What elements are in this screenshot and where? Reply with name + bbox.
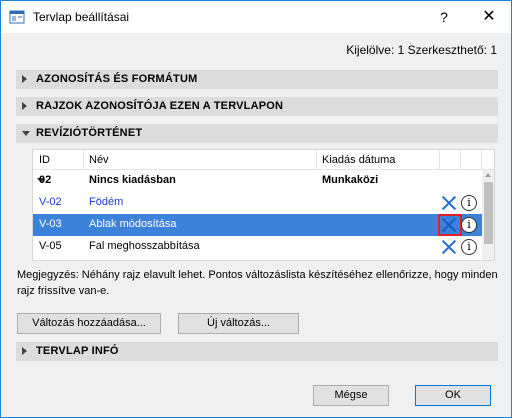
help-button[interactable]: ? (421, 1, 467, 33)
column-divider (460, 150, 461, 170)
table-group-row[interactable]: 02 Nincs kiadásban Munkaközi (33, 170, 482, 192)
column-header-issue-date[interactable]: Kiadás dátuma (322, 154, 395, 166)
row-name: Ablak módosítása (89, 218, 177, 230)
group-id: 02 (39, 174, 52, 186)
info-icon[interactable]: i (461, 217, 477, 233)
highlight-box (438, 214, 462, 236)
expand-arrow-icon (22, 75, 27, 83)
new-change-button[interactable]: Új változás... (178, 313, 299, 334)
section-sheet-info[interactable]: TERVLAP INFÓ (16, 342, 498, 361)
row-name: Födém (89, 196, 124, 208)
collapse-arrow-icon (22, 131, 30, 136)
table-row[interactable]: V-05 Fal meghosszabbítása i (33, 236, 482, 258)
selection-info: Kijelölve: 1 Szerkeszthető: 1 (346, 43, 497, 57)
title-bar: Tervlap beállításai ? ✕ (1, 1, 511, 33)
section-revision-history[interactable]: REVÍZIÓTÖRTÉNET (16, 124, 498, 143)
info-icon[interactable]: i (461, 239, 477, 255)
expand-arrow-icon (22, 347, 27, 355)
table-header: ID Név Kiadás dátuma (33, 150, 494, 170)
close-button[interactable]: ✕ (467, 1, 511, 33)
row-id: V-03 (39, 218, 62, 230)
remove-icon[interactable] (441, 239, 457, 255)
dialog-window: Tervlap beállításai ? ✕ Kijelölve: 1 Sze… (0, 0, 512, 418)
scroll-up-arrow-icon[interactable] (485, 173, 491, 177)
app-window-icon (9, 10, 25, 24)
table-scrollbar[interactable] (482, 170, 494, 260)
section-drawing-ids[interactable]: RAJZOK AZONOSÍTÓJA EZEN A TERVLAPON (16, 97, 498, 116)
column-header-name[interactable]: Név (89, 154, 109, 166)
info-icon[interactable]: i (461, 195, 477, 211)
section-label: TERVLAP INFÓ (36, 345, 119, 357)
scroll-thumb[interactable] (484, 182, 493, 244)
table-row[interactable]: V-03 Ablak módosítása i (33, 214, 482, 236)
column-divider (439, 150, 440, 170)
note-text: Megjegyzés: Néhány rajz elavult lehet. P… (17, 269, 498, 297)
table-row[interactable]: V-02 Födém i (33, 192, 482, 214)
section-label: RAJZOK AZONOSÍTÓJA EZEN A TERVLAPON (36, 100, 284, 112)
group-name: Nincs kiadásban (89, 174, 176, 186)
group-issue-date: Munkaközi (322, 174, 379, 186)
dialog-content: Kijelölve: 1 Szerkeszthető: 1 AZONOSÍTÁS… (1, 33, 511, 417)
cancel-button[interactable]: Mégse (313, 385, 389, 406)
section-label: AZONOSÍTÁS ÉS FORMÁTUM (36, 73, 198, 85)
expand-arrow-icon (22, 102, 27, 110)
row-id: V-02 (39, 196, 62, 208)
section-id-format[interactable]: AZONOSÍTÁS ÉS FORMÁTUM (16, 70, 498, 89)
revision-table: ID Név Kiadás dátuma 02 Nincs kiadásban … (32, 149, 495, 261)
remove-icon[interactable] (441, 195, 457, 211)
column-divider (316, 150, 317, 170)
column-divider (481, 150, 482, 170)
ok-button[interactable]: OK (415, 385, 491, 406)
row-name: Fal meghosszabbítása (89, 240, 200, 252)
section-label: REVÍZIÓTÖRTÉNET (36, 127, 143, 139)
window-title: Tervlap beállításai (33, 10, 130, 24)
column-header-id[interactable]: ID (39, 154, 50, 166)
add-change-button[interactable]: Változás hozzáadása... (17, 313, 161, 334)
column-divider (83, 150, 84, 170)
row-id: V-05 (39, 240, 62, 252)
